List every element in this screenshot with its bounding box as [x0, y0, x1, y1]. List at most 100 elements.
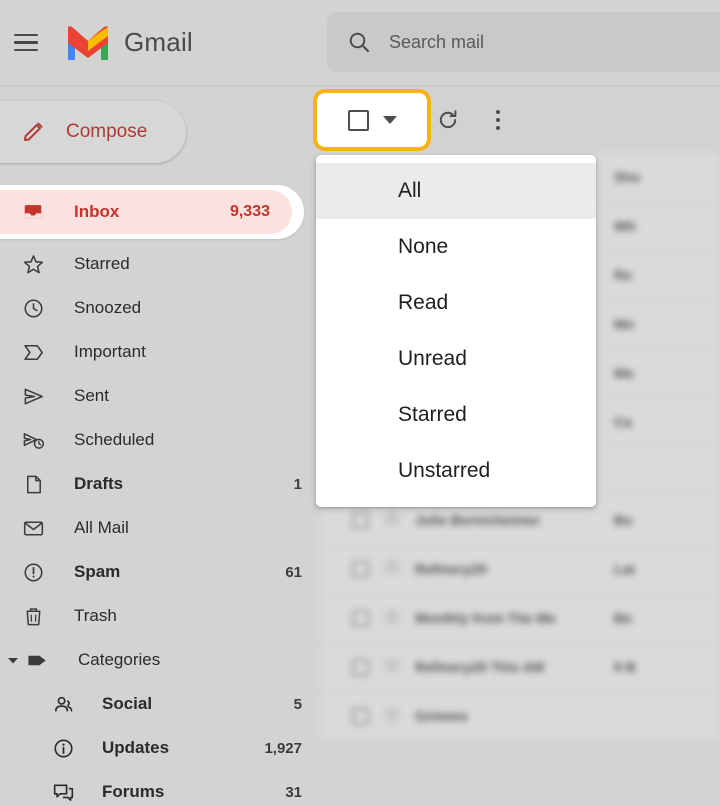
sidebar-item-label: Spam: [74, 562, 121, 581]
star-icon: [20, 253, 46, 276]
info-icon: [50, 737, 76, 760]
menu-item-none[interactable]: None: [316, 219, 596, 275]
sidebar-item-label: Updates: [102, 738, 170, 757]
caret-down-icon[interactable]: [2, 653, 24, 667]
email-sender: Refinery29: [415, 561, 487, 577]
scheduled-icon: [20, 429, 46, 452]
sidebar-item-trash[interactable]: Trash: [0, 594, 320, 638]
inbox-focus-ring: Inbox 9,333: [0, 185, 304, 239]
more-dot: [496, 110, 500, 114]
refresh-icon[interactable]: [428, 100, 468, 140]
forums-icon: [50, 781, 76, 804]
table-row[interactable]: Refinery29 Lat: [320, 545, 720, 594]
sidebar-item-all-mail[interactable]: All Mail: [0, 506, 320, 550]
checkbox-empty-icon[interactable]: [352, 707, 369, 725]
search-bar[interactable]: [327, 12, 720, 72]
sidebar-item-spam[interactable]: Spam 61: [0, 550, 320, 594]
email-subject: Lat: [614, 561, 635, 577]
sidebar-item-label: Sent: [74, 386, 109, 405]
sidebar-item-count: 9,333: [229, 203, 270, 220]
label-tag-icon: [24, 649, 50, 672]
star-icon[interactable]: [383, 656, 401, 679]
sidebar-item-forums[interactable]: Forums 31: [0, 770, 320, 806]
gmail-brand[interactable]: Gmail: [64, 24, 193, 62]
sidebar-item-label: Social: [102, 694, 153, 713]
email-subject: Wh: [614, 218, 636, 234]
star-icon[interactable]: [383, 509, 401, 532]
sidebar-item-snoozed[interactable]: Snoozed: [0, 286, 320, 330]
pencil-icon: [22, 119, 46, 146]
sidebar-item-starred[interactable]: Starred: [0, 242, 320, 286]
menu-item-unread[interactable]: Unread: [316, 331, 596, 387]
star-icon[interactable]: [383, 705, 401, 728]
envelope-icon: [20, 517, 46, 540]
table-row[interactable]: Monthly from The Me Be: [320, 594, 720, 643]
email-subject: Ma: [614, 365, 634, 381]
table-row[interactable]: Grimms: [320, 692, 720, 741]
sidebar-item-updates[interactable]: Updates 1,927: [0, 726, 320, 770]
sidebar-item-count: 1,927: [264, 739, 302, 757]
clock-icon: [20, 297, 46, 320]
people-icon: [50, 693, 76, 716]
sidebar-item-label: Important: [74, 342, 146, 361]
caret-down-icon[interactable]: [382, 116, 397, 124]
menu-item-starred[interactable]: Starred: [316, 387, 596, 443]
sidebar-item-label: Inbox: [74, 202, 120, 221]
checkbox-empty-icon[interactable]: [352, 560, 369, 578]
gmail-wordmark: Gmail: [124, 27, 193, 57]
select-all-menu: All None Read Unread Starred Unstarred: [316, 155, 596, 507]
email-subject: Sho: [614, 169, 641, 185]
menu-item-label: None: [398, 235, 449, 258]
select-all-dropdown[interactable]: [313, 89, 431, 151]
hamburger-menu-icon[interactable]: [2, 19, 50, 67]
email-sender: Monthly from The Me: [415, 610, 556, 626]
menu-item-label: Unread: [398, 347, 467, 370]
draft-icon: [20, 473, 46, 496]
sidebar-nav-list: Inbox 9,333 Starred Snoozed Important Se…: [0, 185, 320, 806]
search-icon: [347, 30, 371, 54]
important-icon: [20, 341, 46, 364]
more-dot: [496, 126, 500, 130]
star-icon[interactable]: [383, 607, 401, 630]
email-subject: Mo: [614, 316, 635, 332]
checkbox-empty-icon[interactable]: [352, 609, 369, 627]
menu-item-read[interactable]: Read: [316, 275, 596, 331]
sidebar-item-label: Trash: [74, 606, 117, 625]
sidebar-item-count: 5: [293, 695, 302, 713]
hamburger-line: [14, 48, 38, 52]
menu-item-unstarred[interactable]: Unstarred: [316, 443, 596, 499]
more-dot: [496, 118, 500, 122]
hamburger-line: [14, 41, 38, 44]
sidebar-item-inbox[interactable]: Inbox 9,333: [0, 190, 292, 234]
compose-button[interactable]: Compose: [0, 101, 186, 163]
sidebar-item-categories[interactable]: Categories: [0, 638, 320, 682]
sidebar-item-count: 61: [285, 563, 302, 581]
send-icon: [20, 385, 46, 408]
checkbox-empty-icon[interactable]: [347, 109, 369, 131]
sidebar-item-scheduled[interactable]: Scheduled: [0, 418, 320, 462]
table-row[interactable]: Refinery29 This AM 9 B: [320, 643, 720, 692]
left-sidebar: Compose Inbox 9,333 Starred Snoozed Impo…: [0, 87, 320, 806]
email-subject: Be: [614, 610, 632, 626]
email-subject: 9 B: [614, 659, 636, 675]
sidebar-item-count: 1: [293, 475, 302, 493]
sidebar-item-drafts[interactable]: Drafts 1: [0, 462, 320, 506]
sidebar-item-label: Drafts: [74, 474, 124, 493]
sidebar-item-count: 31: [285, 783, 302, 801]
star-icon[interactable]: [383, 558, 401, 581]
email-subject: Re: [614, 267, 632, 283]
sidebar-item-label: Scheduled: [74, 430, 155, 449]
sidebar-item-sent[interactable]: Sent: [0, 374, 320, 418]
sidebar-item-social[interactable]: Social 5: [0, 682, 320, 726]
search-input[interactable]: [389, 31, 689, 53]
checkbox-empty-icon[interactable]: [352, 658, 369, 676]
hamburger-line: [14, 33, 38, 37]
menu-item-label: Starred: [398, 403, 467, 426]
spam-icon: [20, 561, 46, 584]
menu-item-label: All: [398, 179, 422, 202]
sidebar-item-label: Snoozed: [74, 298, 142, 317]
sidebar-item-important[interactable]: Important: [0, 330, 320, 374]
more-vertical-icon[interactable]: [480, 100, 516, 140]
menu-item-all[interactable]: All: [316, 163, 596, 219]
checkbox-empty-icon[interactable]: [352, 511, 369, 529]
